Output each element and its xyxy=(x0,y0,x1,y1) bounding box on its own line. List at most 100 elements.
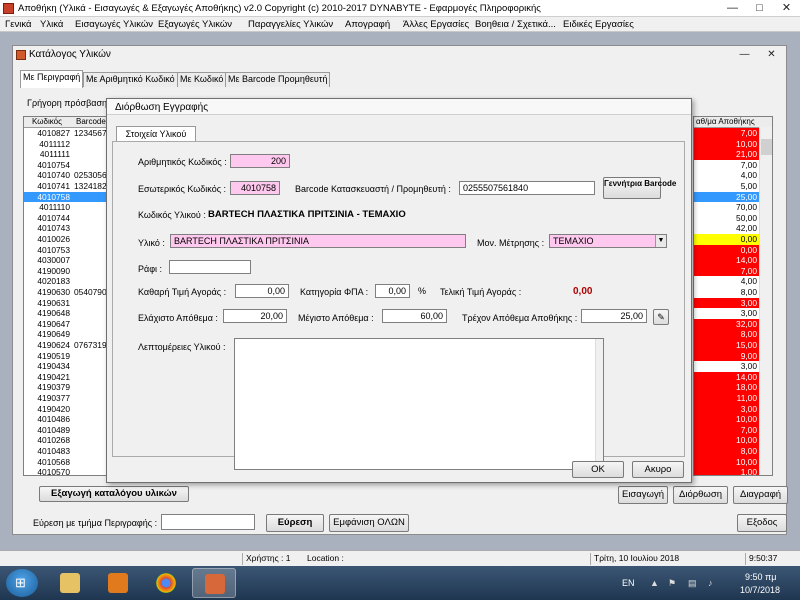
volume-icon[interactable]: ♪ xyxy=(708,578,713,588)
internal-code-field[interactable]: 4010758 xyxy=(230,181,280,195)
code-cell[interactable]: 4010740 xyxy=(24,170,72,181)
code-cell[interactable]: 4010753 xyxy=(24,245,72,256)
numeric-code-field[interactable]: 200 xyxy=(230,154,290,168)
stock-cell[interactable]: 3,00 xyxy=(694,297,760,309)
tray-arrow-icon[interactable]: ▲ xyxy=(650,578,659,588)
menu-material-exports[interactable]: Εξαγωγές Υλικών xyxy=(158,19,232,30)
code-cell[interactable]: 4010268 xyxy=(24,435,72,446)
edit-stock-icon[interactable]: ✎ xyxy=(653,309,669,325)
code-cell[interactable]: 4190647 xyxy=(24,319,72,330)
menu-inventory[interactable]: Απογραφή xyxy=(345,19,390,30)
code-cell[interactable]: 4011112 xyxy=(24,139,72,150)
taskbar-media-player[interactable] xyxy=(96,568,140,598)
delete-button[interactable]: Διαγραφή xyxy=(733,486,788,504)
menu-special-tasks[interactable]: Ειδικές Εργασίες xyxy=(563,19,634,30)
stock-cell[interactable]: 3,00 xyxy=(694,308,760,319)
min-stock-field[interactable]: 20,00 xyxy=(223,309,287,323)
code-cell[interactable]: 4190377 xyxy=(24,393,72,404)
ok-button[interactable]: OK xyxy=(572,461,624,478)
tab-by-code[interactable]: Με Κωδικό xyxy=(177,72,227,87)
stock-cell[interactable]: 4,00 xyxy=(694,170,760,181)
stock-cell[interactable]: 10,00 xyxy=(694,456,760,468)
barcode-field[interactable]: 0255507561840 xyxy=(459,181,595,195)
stock-cell[interactable]: 21,00 xyxy=(694,149,760,160)
details-textarea[interactable] xyxy=(234,338,604,470)
stock-cell[interactable]: 3,00 xyxy=(694,361,760,372)
code-cell[interactable]: 4010489 xyxy=(24,425,72,436)
details-scrollbar[interactable] xyxy=(595,339,603,469)
code-cell[interactable]: 4010758 xyxy=(24,192,72,203)
exit-button[interactable]: Εξοδος xyxy=(737,514,787,532)
vat-field[interactable]: 0,00 xyxy=(375,284,410,298)
clock-time[interactable]: 9:50 πμ xyxy=(745,572,776,582)
search-input[interactable] xyxy=(161,514,255,530)
stock-cell[interactable]: 4,00 xyxy=(694,276,760,287)
code-cell[interactable]: 4010486 xyxy=(24,414,72,425)
stock-cell[interactable]: 42,00 xyxy=(694,223,760,234)
code-cell[interactable]: 4190631 xyxy=(24,298,72,309)
stock-cell[interactable]: 70,00 xyxy=(694,202,760,213)
edit-button[interactable]: Διόρθωση xyxy=(673,486,728,504)
code-cell[interactable]: 4020183 xyxy=(24,276,72,287)
code-cell[interactable]: 4010483 xyxy=(24,446,72,457)
code-cell[interactable]: 4190648 xyxy=(24,308,72,319)
stock-cell[interactable]: 11,00 xyxy=(694,393,760,404)
menu-general[interactable]: Γενικά xyxy=(5,19,31,30)
menu-other-tasks[interactable]: Άλλες Εργασίες xyxy=(403,19,469,30)
stock-cell[interactable]: 7,00 xyxy=(694,424,760,436)
code-cell[interactable]: 4010568 xyxy=(24,457,72,468)
code-cell[interactable]: 4010026 xyxy=(24,234,72,245)
stock-cell[interactable]: 7,00 xyxy=(694,265,760,277)
shelf-field[interactable] xyxy=(169,260,251,274)
taskbar-explorer[interactable] xyxy=(48,568,92,598)
menu-materials[interactable]: Υλικά xyxy=(40,19,63,30)
stock-cell[interactable]: 32,00 xyxy=(694,318,760,330)
code-cell[interactable]: 4011111 xyxy=(24,149,72,160)
stock-cell[interactable]: 0,00 xyxy=(694,244,760,256)
unit-select[interactable]: ΤΕΜΑΧΙΟ ▼ xyxy=(549,234,667,248)
code-cell[interactable]: 4190649 xyxy=(24,329,72,340)
scrollbar-thumb[interactable] xyxy=(761,139,772,155)
code-cell[interactable]: 4190630 xyxy=(24,287,72,298)
code-cell[interactable]: 4190421 xyxy=(24,372,72,383)
tab-by-numeric-code[interactable]: Με Αριθμητικό Κωδικό xyxy=(83,72,178,87)
tab-by-supplier-barcode[interactable]: Με Barcode Προμηθευτή xyxy=(225,72,331,87)
max-stock-field[interactable]: 60,00 xyxy=(382,309,447,323)
code-cell[interactable]: 4010744 xyxy=(24,213,72,224)
stock-cell[interactable]: 9,00 xyxy=(694,350,760,362)
minimize-button[interactable]: — xyxy=(719,0,746,17)
current-stock-field[interactable]: 25,00 xyxy=(581,309,647,323)
stock-cell[interactable]: 7,00 xyxy=(694,128,760,139)
col-barcode-header[interactable]: Barcode xyxy=(76,117,106,126)
stock-cell[interactable]: 50,00 xyxy=(694,212,760,224)
network-icon[interactable]: ▤ xyxy=(688,578,697,589)
stock-cell[interactable]: 15,00 xyxy=(694,340,760,351)
code-cell[interactable]: 4190090 xyxy=(24,266,72,277)
stock-cell[interactable]: 7,00 xyxy=(694,159,760,171)
tab-by-description[interactable]: Με Περιγραφή xyxy=(20,70,84,88)
show-all-button[interactable]: Εμφάνιση ΟΛΩΝ xyxy=(329,514,409,532)
start-button[interactable]: ⊞ xyxy=(6,569,38,597)
taskbar-chrome[interactable] xyxy=(144,568,188,598)
stock-cell[interactable]: 5,00 xyxy=(694,181,760,192)
cancel-button[interactable]: Ακυρο xyxy=(632,461,684,478)
close-button[interactable]: ✕ xyxy=(773,0,800,17)
code-cell[interactable]: 4190420 xyxy=(24,404,72,415)
stock-cell[interactable]: 25,00 xyxy=(694,191,760,203)
stock-cell[interactable]: 8,00 xyxy=(694,446,760,457)
stock-cell[interactable]: 14,00 xyxy=(694,255,760,266)
maximize-button[interactable]: □ xyxy=(746,0,773,17)
grid-scrollbar[interactable] xyxy=(759,127,772,475)
code-cell[interactable]: 4010827 xyxy=(24,128,72,139)
menu-material-orders[interactable]: Παραγγελίες Υλικών xyxy=(248,19,333,30)
stock-cell[interactable]: 10,00 xyxy=(694,414,760,425)
code-cell[interactable]: 4010570 xyxy=(24,467,72,475)
add-button[interactable]: Εισαγωγή xyxy=(618,486,668,504)
menu-material-imports[interactable]: Εισαγωγές Υλικών xyxy=(75,19,153,30)
flag-icon[interactable]: ⚑ xyxy=(668,578,676,589)
code-cell[interactable]: 4190519 xyxy=(24,351,72,362)
code-cell[interactable]: 4190379 xyxy=(24,382,72,393)
export-catalog-button[interactable]: Εξαγωγή καταλόγου υλικών xyxy=(39,486,189,502)
generate-barcode-button[interactable]: Γεννήτρια Barcode xyxy=(603,177,676,199)
code-cell[interactable]: 4010754 xyxy=(24,160,72,171)
